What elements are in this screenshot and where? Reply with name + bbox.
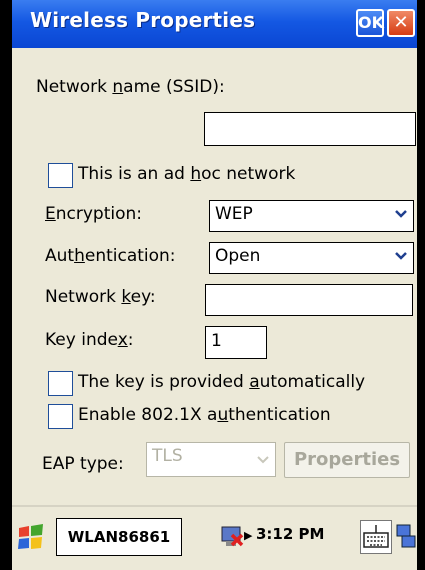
auto-key-checkbox[interactable] — [48, 371, 73, 396]
windows-start-icon[interactable] — [16, 522, 46, 552]
encryption-value: WEP — [215, 204, 253, 224]
chevron-down-icon — [395, 252, 407, 260]
authentication-label: Authentication: — [45, 246, 176, 266]
eap-type-select[interactable]: TLS — [146, 442, 276, 477]
properties-button[interactable]: Properties — [284, 442, 410, 478]
network-status-icon[interactable] — [218, 523, 246, 551]
key-index-label: Key index: — [45, 330, 134, 350]
eap-type-value: TLS — [152, 446, 183, 466]
chevron-down-icon — [395, 210, 407, 218]
dot1x-label: Enable 802.1X authentication — [78, 405, 331, 425]
adhoc-label: This is an ad hoc network — [78, 164, 296, 184]
key-index-input[interactable]: 1 — [205, 326, 267, 359]
close-button[interactable]: ✕ — [387, 9, 415, 37]
authentication-value: Open — [215, 246, 261, 266]
keyboard-icon[interactable] — [360, 520, 392, 554]
task-switch-icon[interactable] — [395, 522, 417, 552]
network-key-label: Network key: — [45, 287, 156, 307]
network-key-input[interactable] — [205, 284, 413, 316]
tray-expand-icon[interactable]: ▶ — [244, 529, 252, 542]
dot1x-checkbox[interactable] — [48, 404, 73, 429]
title-bar: Wireless Properties OK ✕ — [12, 0, 417, 48]
window-title: Wireless Properties — [30, 8, 256, 32]
adhoc-checkbox[interactable] — [48, 163, 73, 188]
eap-type-label: EAP type: — [42, 454, 124, 474]
authentication-select[interactable]: Open — [209, 242, 414, 274]
encryption-select[interactable]: WEP — [209, 200, 414, 232]
encryption-label: Encryption: — [45, 204, 143, 224]
taskbar-wlan-button[interactable]: WLAN86861 — [56, 518, 182, 556]
ssid-label: Network name (SSID): — [36, 77, 225, 97]
clock[interactable]: 3:12 PM — [256, 525, 324, 543]
auto-key-label: The key is provided automatically — [78, 372, 366, 392]
ssid-input[interactable] — [204, 112, 416, 146]
screen: Wireless Properties OK ✕ Network name (S… — [12, 0, 417, 570]
ok-button[interactable]: OK — [356, 9, 384, 37]
taskbar: WLAN86861 ▶ 3:12 PM — [12, 507, 417, 570]
chevron-down-icon — [257, 456, 269, 464]
